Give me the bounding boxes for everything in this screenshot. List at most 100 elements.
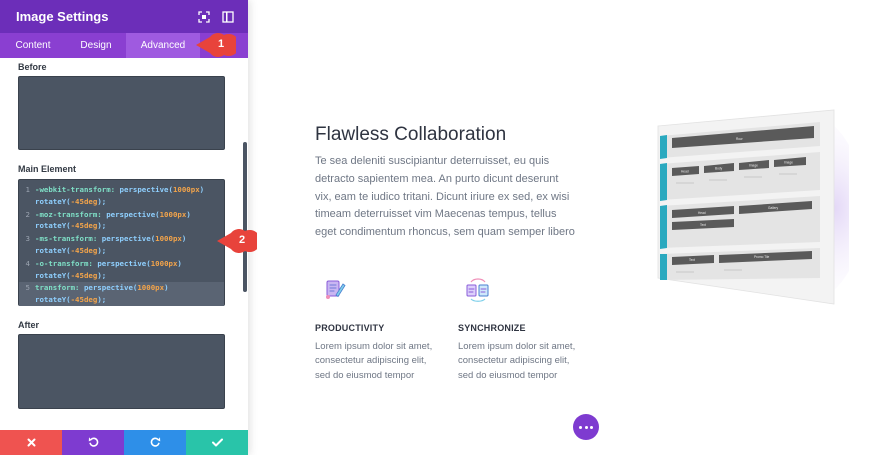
code-line: 1 -webkit-transform: perspective(1000px) … <box>19 184 224 208</box>
code-token: rotateY( <box>35 270 71 280</box>
mockup-label: Image <box>749 164 758 168</box>
callout-1: 1 <box>196 33 236 57</box>
feature-desc-productivity: Lorem ipsum dolor sit amet, consectetur … <box>315 341 433 381</box>
callout-2: 2 <box>217 229 257 253</box>
rotated-layout-image[interactable]: Row Head Body Image Image Head Gallery T… <box>654 108 864 308</box>
code-token: ); <box>97 295 107 305</box>
line-number: 3 <box>25 234 30 244</box>
undo-icon <box>88 434 99 452</box>
productivity-icon <box>322 276 348 302</box>
code-token: rotateY( <box>35 221 71 231</box>
code-token: ); <box>97 221 107 231</box>
feature-title-productivity: PRODUCTIVITY <box>315 323 385 333</box>
panel-header: Image Settings <box>0 0 248 33</box>
main-element-css-field[interactable]: 1 -webkit-transform: perspective(1000px) … <box>18 179 225 306</box>
panel-title: Image Settings <box>16 9 109 24</box>
code-text: -webkit-transform: perspective(1000px) r… <box>35 184 224 208</box>
code-token: ); <box>97 270 107 280</box>
code-token: -webkit-transform: <box>35 185 116 194</box>
code-token: rotateY( <box>35 295 71 305</box>
panel-body: Before Main Element 1 -webkit-transform: … <box>0 58 248 430</box>
settings-panel: Image Settings Content Design Advanced B… <box>0 0 248 455</box>
dot-icon <box>579 425 582 429</box>
expand-icon[interactable] <box>198 10 210 23</box>
code-token: ); <box>97 196 107 206</box>
main-element-label: Main Element <box>18 164 77 174</box>
split-view-icon[interactable] <box>222 10 234 23</box>
code-token: -o-transform: <box>35 258 93 268</box>
close-icon <box>27 434 36 452</box>
code-token: 1000px <box>159 209 187 219</box>
code-lines: 1 -webkit-transform: perspective(1000px) … <box>19 184 224 307</box>
dot-icon <box>590 425 593 429</box>
mockup-label: Body <box>715 167 723 171</box>
line-number: 5 <box>25 283 30 293</box>
code-token: -45deg <box>70 245 98 255</box>
before-css-field[interactable] <box>18 76 225 150</box>
code-token: perspective( <box>106 209 160 219</box>
code-token: 1000px <box>155 234 182 244</box>
check-icon <box>211 434 223 452</box>
code-text: -moz-transform: perspective(1000px) rota… <box>35 209 224 233</box>
undo-button[interactable] <box>62 430 124 455</box>
section-heading: Flawless Collaboration <box>315 124 507 145</box>
code-token: ) <box>186 209 196 219</box>
code-token: -45deg <box>70 221 98 231</box>
code-token: -ms-transform: <box>35 234 98 244</box>
code-line: 5 transform: perspective(1000px) rotateY(… <box>19 282 224 306</box>
code-text: transform: perspective(1000px) rotateY(-… <box>35 282 224 306</box>
mockup-label: Head <box>681 170 689 174</box>
code-text: -o-transform: perspective(1000px) rotate… <box>35 258 224 282</box>
line-number: 1 <box>25 185 30 194</box>
code-token: 1000px <box>137 283 165 293</box>
code-token: -moz-transform: <box>35 209 102 219</box>
mockup-label: Promo Tile <box>754 255 769 259</box>
panel-scrollbar[interactable] <box>243 142 247 292</box>
mockup-label: Image <box>784 161 793 165</box>
code-token: -45deg <box>70 295 98 305</box>
redo-icon <box>150 434 161 452</box>
feature-title-synchronize: SYNCHRONIZE <box>458 323 526 333</box>
code-token: perspective( <box>101 234 156 244</box>
code-token: ) <box>164 283 173 293</box>
code-token: -45deg <box>70 196 98 206</box>
code-token: ) <box>199 185 209 194</box>
code-token: -45deg <box>70 270 98 280</box>
code-token: rotateY( <box>35 245 71 255</box>
section-body-text: Te sea deleniti suscipiantur deterruisse… <box>315 155 575 239</box>
line-number: 4 <box>25 258 30 268</box>
mockup-label: Row <box>736 137 743 141</box>
code-token: perspective( <box>83 283 138 293</box>
feature-desc-synchronize: Lorem ipsum dolor sit amet, consectetur … <box>458 341 576 381</box>
redo-button[interactable] <box>124 430 186 455</box>
synchronize-icon <box>464 276 490 302</box>
mockup-label: Text <box>700 223 706 227</box>
code-line: 2 -moz-transform: perspective(1000px) rot… <box>19 209 224 233</box>
code-token: 1000px <box>150 258 178 268</box>
code-token: ); <box>97 245 107 255</box>
code-line: 3 -ms-transform: perspective(1000px) rota… <box>19 233 224 257</box>
mockup-label: Head <box>698 211 706 215</box>
code-line: 4 -o-transform: perspective(1000px) rotat… <box>19 258 224 282</box>
tab-design[interactable]: Design <box>66 33 126 58</box>
discard-button[interactable] <box>0 430 62 455</box>
save-button[interactable] <box>186 430 248 455</box>
code-token: perspective( <box>97 258 151 268</box>
after-label: After <box>18 320 40 330</box>
action-bar <box>0 430 248 455</box>
more-options-button[interactable] <box>573 414 599 440</box>
tab-advanced[interactable]: Advanced <box>126 33 200 58</box>
code-token: ) <box>177 258 187 268</box>
before-label: Before <box>18 62 47 72</box>
code-token: ) <box>181 234 191 244</box>
after-css-field[interactable] <box>18 334 225 409</box>
code-text: -ms-transform: perspective(1000px) rotat… <box>35 233 224 257</box>
mockup-label: Text <box>689 258 695 262</box>
code-token: 1000px <box>172 185 200 194</box>
code-token: transform: <box>35 283 80 293</box>
mockup-label: Gallery <box>768 206 779 210</box>
tab-content[interactable]: Content <box>0 33 66 58</box>
dot-icon <box>584 425 588 429</box>
code-token: perspective( <box>119 185 173 194</box>
code-token: rotateY( <box>35 196 71 206</box>
